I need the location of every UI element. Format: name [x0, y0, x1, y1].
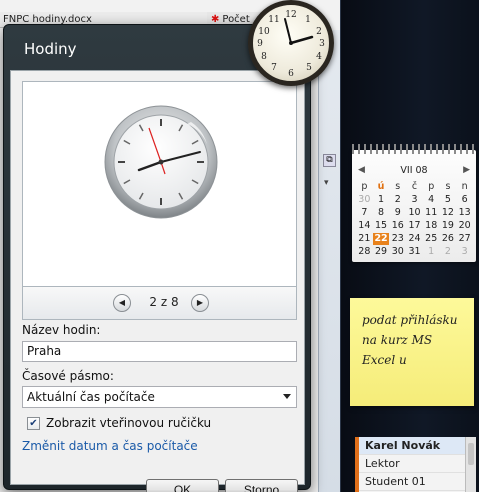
background-scroll-strip: ⧉ ▾	[318, 30, 340, 492]
calendar-day[interactable]: 27	[456, 233, 473, 245]
calendar-day[interactable]: 19	[440, 220, 457, 232]
next-clock-button[interactable]: ▶	[191, 294, 209, 312]
svg-text:11: 11	[268, 15, 279, 25]
chevron-left-icon: ◀	[118, 298, 126, 307]
contact-item[interactable]: Karel Novák	[359, 437, 476, 455]
calendar-day[interactable]: 16	[389, 220, 406, 232]
svg-text:12: 12	[285, 10, 296, 20]
calendar-day[interactable]: 23	[389, 233, 406, 245]
calendar-day[interactable]: 25	[423, 233, 440, 245]
timezone-label: Časové pásmo:	[22, 369, 114, 383]
calendar-day[interactable]: 1	[423, 246, 440, 258]
clock-name-label: Název hodin:	[22, 323, 101, 337]
calendar-day-name: p	[361, 181, 368, 192]
clock-pager: ◀ 2 z 8 ▶	[22, 286, 297, 320]
calendar-day[interactable]: 15	[373, 220, 390, 232]
calendar-day[interactable]: 1	[373, 194, 390, 206]
svg-text:5: 5	[306, 63, 312, 73]
calendar-binding-rings	[352, 144, 476, 154]
calendar-day[interactable]: 6	[456, 194, 473, 206]
calendar-day[interactable]: 31	[406, 246, 423, 258]
calendar-day[interactable]: 11	[423, 207, 440, 219]
note-line: podat přihlásku	[362, 313, 458, 327]
calendar-day[interactable]: 7	[356, 207, 373, 219]
calendar-gadget[interactable]: ◀ VII 08 ▶ p ú s č p s n 30 1 2 3 4 5 6 …	[352, 144, 476, 262]
previous-clock-button[interactable]: ◀	[113, 294, 131, 312]
analog-clock-icon: 12 1 2 3 4 5 6 7 8 9 10 11	[257, 10, 325, 79]
calendar-day-name: p	[428, 181, 435, 192]
calendar-day[interactable]: 12	[440, 207, 457, 219]
cancel-button[interactable]: Storno	[225, 479, 298, 492]
clock-name-input[interactable]: Praha	[22, 341, 297, 362]
contacts-gadget[interactable]: Karel Novák Lektor Student 01	[355, 437, 476, 492]
calendar-day[interactable]: 30	[356, 194, 373, 206]
calendar-day[interactable]: 17	[406, 220, 423, 232]
calendar-day-name: č	[411, 181, 418, 192]
svg-text:10: 10	[258, 27, 270, 37]
svg-text:2: 2	[316, 27, 322, 37]
clock-settings-dialog: Hodiny ◀ 2 z 8 ▶ Název hodin: Praha Časo…	[3, 24, 311, 492]
calendar-day[interactable]: 29	[373, 246, 390, 258]
calendar-day[interactable]: 20	[456, 220, 473, 232]
calendar-day[interactable]: 10	[406, 207, 423, 219]
svg-text:9: 9	[257, 39, 263, 49]
contact-item[interactable]: Student 01	[359, 473, 476, 491]
calendar-day[interactable]: 8	[373, 207, 390, 219]
split-view-icon[interactable]: ⧉	[323, 154, 336, 167]
calendar-day-today[interactable]: 22	[372, 233, 390, 245]
calendar-day-name: s	[395, 181, 401, 192]
calendar-day[interactable]: 26	[440, 233, 457, 245]
calendar-day[interactable]: 5	[440, 194, 457, 206]
calendar-day[interactable]: 24	[406, 233, 423, 245]
sticky-note-gadget[interactable]: podat přihlásku na kurz MS Excel u	[350, 298, 474, 406]
note-line: na kurz MS	[362, 333, 433, 347]
calendar-header: ◀ VII 08 ▶	[352, 165, 476, 179]
svg-text:4: 4	[316, 52, 322, 62]
scrollbar-thumb[interactable]	[468, 443, 474, 465]
calendar-day[interactable]: 2	[440, 246, 457, 258]
pager-counter: 2 z 8	[149, 295, 179, 309]
calendar-day[interactable]: 13	[456, 207, 473, 219]
dialog-body: ◀ 2 z 8 ▶ Název hodin: Praha Časové pásm…	[10, 70, 305, 492]
note-line: Excel u	[362, 353, 407, 367]
calendar-day[interactable]: 4	[423, 194, 440, 206]
svg-text:6: 6	[288, 69, 294, 79]
calendar-day[interactable]: 18	[423, 220, 440, 232]
clock-preview	[22, 81, 297, 286]
svg-text:8: 8	[261, 52, 267, 62]
calendar-day-name: n	[461, 181, 468, 192]
chevron-right-icon: ▶	[196, 298, 204, 307]
calendar-next-month-button[interactable]: ▶	[463, 165, 470, 175]
timezone-select-value: Aktuální čas počítače	[27, 390, 155, 404]
dialog-title: Hodiny	[24, 40, 77, 58]
calendar-grid: p ú s č p s n 30 1 2 3 4 5 6 7 8 9 10 11…	[356, 181, 473, 258]
timezone-select[interactable]: Aktuální čas počítače	[22, 386, 297, 408]
calendar-day[interactable]: 3	[406, 194, 423, 206]
calendar-month-title: VII 08	[400, 165, 428, 176]
calendar-day[interactable]: 30	[389, 246, 406, 258]
chevron-down-icon	[283, 394, 291, 399]
svg-text:7: 7	[271, 63, 277, 73]
svg-text:3: 3	[319, 39, 325, 49]
calendar-day[interactable]: 9	[389, 207, 406, 219]
analog-clock-preview-icon	[104, 105, 218, 219]
down-arrow-icon[interactable]: ▾	[324, 178, 329, 188]
change-datetime-link[interactable]: Změnit datum a čas počítače	[22, 439, 198, 453]
contact-item[interactable]: Lektor	[359, 455, 476, 473]
svg-text:1: 1	[305, 15, 311, 25]
contacts-scrollbar[interactable]	[465, 437, 476, 492]
show-seconds-checkbox[interactable]: ✔	[27, 417, 40, 430]
calendar-day[interactable]: 21	[356, 233, 373, 245]
calendar-day[interactable]: 3	[456, 246, 473, 258]
calendar-day-name: s	[445, 181, 451, 192]
calendar-day[interactable]: 28	[356, 246, 373, 258]
ok-button[interactable]: OK	[146, 479, 219, 492]
calendar-day[interactable]: 14	[356, 220, 373, 232]
desktop-clock-gadget[interactable]: 12 1 2 3 4 5 6 7 8 9 10 11	[248, 0, 334, 86]
calendar-day[interactable]: 2	[389, 194, 406, 206]
calendar-day-name: ú	[377, 181, 385, 192]
show-seconds-label[interactable]: Zobrazit vteřinovou ručičku	[46, 416, 211, 430]
